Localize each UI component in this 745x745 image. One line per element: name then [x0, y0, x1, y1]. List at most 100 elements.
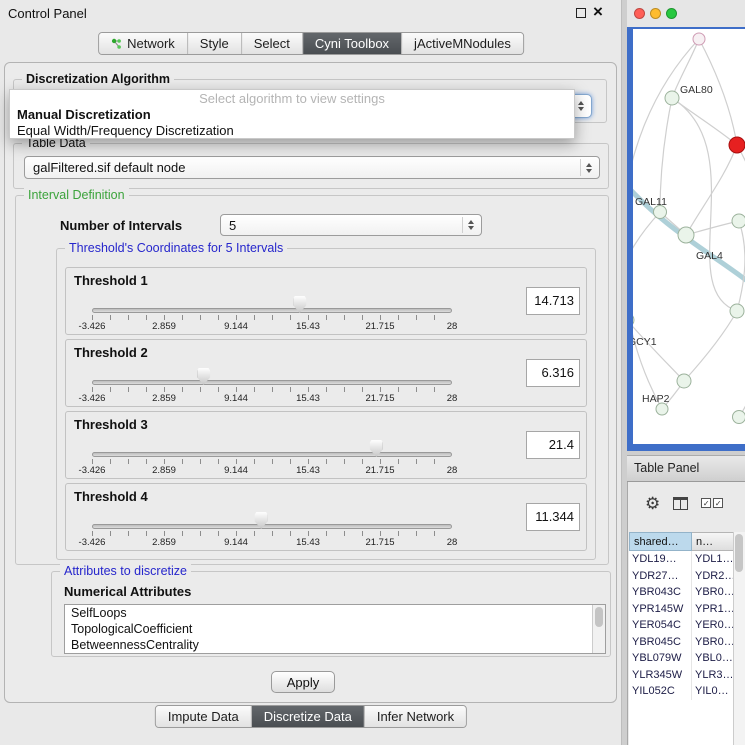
tab[interactable]: jActiveMNodules	[401, 33, 523, 54]
list-item[interactable]: TopologicalCoefficient	[65, 621, 605, 637]
table-row[interactable]: YBR045C YBR0…	[629, 634, 734, 651]
attributes-list: SelfLoops TopologicalCoefficient Between…	[64, 604, 606, 654]
threshold-value-field[interactable]: 11.344	[526, 503, 580, 531]
network-node[interactable]	[665, 91, 680, 106]
network-node[interactable]	[678, 227, 695, 244]
tick-label: -3.426	[79, 321, 106, 332]
table-row[interactable]: YDR27… YDR2…	[629, 568, 734, 585]
tick-label: 9.144	[224, 321, 248, 332]
tab[interactable]: Infer Network	[364, 706, 466, 727]
interval-definition-label: Interval Definition	[24, 188, 129, 202]
network-node[interactable]	[729, 137, 745, 154]
tick-label: 21.715	[365, 465, 394, 476]
table-row[interactable]: YBL079W YBL0…	[629, 650, 734, 667]
table-row[interactable]: YLR345W YLR3…	[629, 667, 734, 684]
attributes-group-label: Attributes to discretize	[60, 564, 191, 578]
network-node[interactable]	[732, 410, 745, 424]
tab[interactable]: Cyni Toolbox	[302, 33, 401, 54]
table-cell: YBL0…	[692, 650, 734, 667]
tab[interactable]: Discretize Data	[251, 706, 364, 727]
tab[interactable]: Select	[241, 33, 302, 54]
table-row[interactable]: YBR043C YBR0…	[629, 584, 734, 601]
network-node[interactable]	[693, 33, 706, 46]
slider-track[interactable]	[92, 308, 452, 313]
network-node[interactable]	[732, 214, 745, 229]
close-icon[interactable]: ×	[593, 2, 603, 22]
table-row[interactable]: YDL19… YDL1…	[629, 551, 734, 568]
table-cell: YER0…	[692, 617, 734, 634]
threshold-slider[interactable]: -3.426 2.859 9.144 15.43 21.715 28	[92, 508, 452, 550]
combo-stepper-icon[interactable]	[580, 159, 597, 176]
dropdown-option[interactable]: Equal Width/Frequency Discretization	[10, 123, 574, 139]
tab-label: Select	[254, 36, 290, 51]
select-columns-icon[interactable]: ✓✓	[701, 498, 723, 508]
column-header[interactable]: n…	[692, 532, 734, 551]
table-data-combobox[interactable]: galFiltered.sif default node	[24, 156, 600, 179]
network-node[interactable]	[677, 374, 692, 389]
threshold-box: Threshold 1 -3.426 2.859 9.144 15.43 21.…	[65, 267, 587, 335]
threshold-coordinates-label: Threshold's Coordinates for 5 Intervals	[65, 241, 287, 255]
float-window-icon[interactable]	[576, 8, 586, 18]
tab[interactable]: Network	[99, 33, 187, 54]
traffic-light[interactable]	[666, 8, 677, 19]
threshold-slider[interactable]: -3.426 2.859 9.144 15.43 21.715 28	[92, 436, 452, 478]
threshold-coordinates-group: Threshold's Coordinates for 5 Intervals …	[56, 248, 596, 560]
slider-track[interactable]	[92, 452, 452, 457]
interval-definition-group: Interval Definition Number of Intervals …	[15, 195, 609, 565]
table-panel-title: Table Panel	[634, 461, 699, 475]
node-label: GAL11	[635, 196, 667, 208]
list-item[interactable]: BetweennessCentrality	[65, 637, 605, 653]
traffic-light[interactable]	[650, 8, 661, 19]
slider-ticks	[92, 387, 452, 392]
algorithm-dropdown-popup: Select algorithm to view settings Manual…	[9, 89, 575, 139]
tick-label: 15.43	[296, 393, 320, 404]
tab[interactable]: Style	[187, 33, 241, 54]
table-data-value: galFiltered.sif default node	[33, 160, 185, 175]
number-of-intervals-combobox[interactable]: 5	[220, 214, 482, 236]
tick-label: 9.144	[224, 537, 248, 548]
threshold-slider[interactable]: -3.426 2.859 9.144 15.43 21.715 28	[92, 364, 452, 406]
slider-track[interactable]	[92, 380, 452, 385]
threshold-slider[interactable]: -3.426 2.859 9.144 15.43 21.715 28	[92, 292, 452, 334]
table-scrollbar[interactable]	[733, 532, 745, 745]
table-cell: YBL079W	[629, 650, 692, 667]
combo-stepper-icon[interactable]	[462, 217, 479, 233]
list-scrollbar[interactable]	[592, 605, 605, 653]
threshold-box: Threshold 4 -3.426 2.859 9.144 15.43 21.…	[65, 483, 587, 551]
apply-button[interactable]: Apply	[271, 671, 335, 693]
top-tab-bar: Network Style Select Cyni Toolbox jActiv…	[98, 32, 524, 55]
threshold-value-field[interactable]: 21.4	[526, 431, 580, 459]
node-label: GAL4	[696, 250, 723, 262]
dropdown-option[interactable]: Manual Discretization	[10, 107, 574, 123]
tick-label: 21.715	[365, 393, 394, 404]
table-row[interactable]: YPR145W YPR1…	[629, 601, 734, 618]
gear-icon[interactable]: ⚙	[645, 495, 660, 512]
table-cell: YIL052C	[629, 683, 692, 700]
tick-label: 2.859	[152, 393, 176, 404]
table-body: YDL19… YDL1… YDR27… YDR2… YBR043C YBR0… …	[629, 551, 734, 745]
table-cell: YDR27…	[629, 568, 692, 585]
tick-label: 28	[447, 321, 458, 332]
column-header[interactable]: shared…	[629, 532, 692, 551]
slider-track[interactable]	[92, 524, 452, 529]
scrollbar-thumb[interactable]	[595, 607, 603, 627]
network-canvas[interactable]: GAL80 GAL11 GAL4 GCY1 HAP2	[633, 29, 745, 444]
table-row[interactable]: YER054C YER0…	[629, 617, 734, 634]
table-cell: YDL1…	[692, 551, 734, 568]
table-cell: YLR345W	[629, 667, 692, 684]
table-row[interactable]: YIL052C YIL0…	[629, 683, 734, 700]
network-node[interactable]	[730, 304, 745, 319]
tab-label: Cyni Toolbox	[315, 36, 389, 51]
threshold-value-field[interactable]: 14.713	[526, 287, 580, 315]
node-label: HAP2	[642, 393, 669, 405]
table-toolbar: ⚙ ✓✓	[628, 482, 745, 524]
table-cell: YPR1…	[692, 601, 734, 618]
traffic-light[interactable]	[634, 8, 645, 19]
table-cell: YER054C	[629, 617, 692, 634]
control-panel: Control Panel × Network Style Select Cyn…	[0, 0, 622, 745]
scrollbar-thumb[interactable]	[735, 534, 743, 572]
columns-icon[interactable]	[673, 497, 688, 510]
tab[interactable]: Impute Data	[156, 706, 251, 727]
threshold-value-field[interactable]: 6.316	[526, 359, 580, 387]
list-item[interactable]: SelfLoops	[65, 605, 605, 621]
